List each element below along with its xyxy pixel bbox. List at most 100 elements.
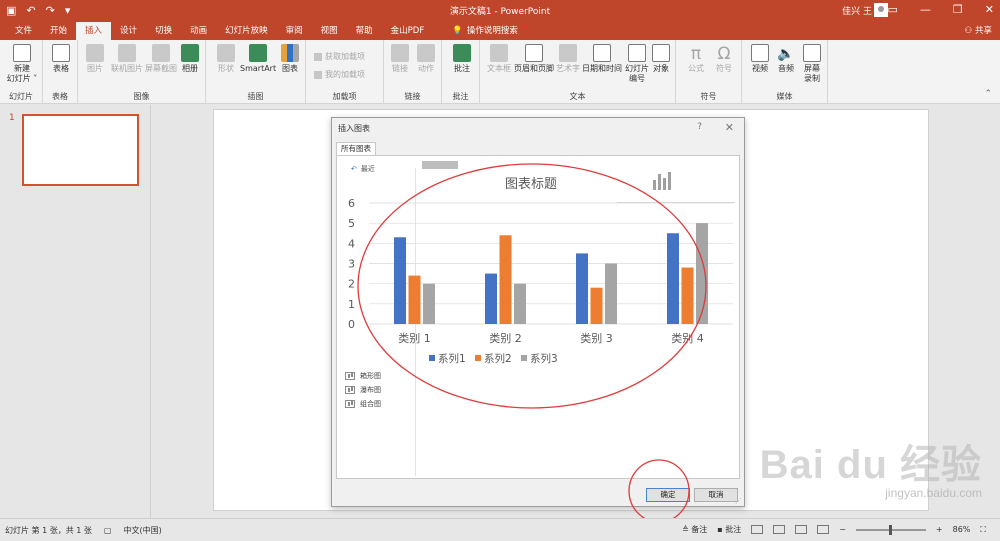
bar [485, 273, 497, 324]
tab-1[interactable]: 开始 [41, 22, 76, 40]
bar [576, 253, 588, 324]
screen-record-button[interactable]: 屏幕 录制 [800, 44, 824, 84]
tab-all-charts[interactable]: 所有图表 [336, 142, 376, 155]
notes-button[interactable]: ≜ 备注 [682, 524, 707, 535]
table-button[interactable]: 表格 [49, 44, 73, 74]
legend-label: 系列1 [438, 352, 466, 365]
zoom-level[interactable]: 86% [953, 525, 971, 534]
smartart-button[interactable]: SmartArt [240, 44, 276, 74]
bar [394, 237, 406, 324]
get-addins-button[interactable]: 获取加载项 [314, 52, 365, 62]
avatar[interactable] [874, 3, 888, 17]
user-name[interactable]: 佳兴 王 [842, 4, 872, 17]
x-tick-label: 类别 2 [489, 331, 522, 345]
zoom-out-icon[interactable]: − [839, 525, 846, 534]
tab-3[interactable]: 设计 [111, 22, 146, 40]
x-tick-label: 类别 3 [580, 331, 613, 345]
resize-grip-icon[interactable]: ⋰ [735, 497, 742, 505]
textbox-button[interactable]: 文本框 [486, 44, 512, 74]
speaker-icon: 🔈 [777, 46, 795, 62]
help-button[interactable]: ? [697, 122, 702, 132]
ribbon-display-icon[interactable]: ▭ [888, 3, 898, 16]
hash-icon [628, 44, 646, 62]
new-slide-icon [13, 44, 31, 62]
chart-type-icon [345, 372, 355, 380]
slideshow-icon[interactable] [817, 525, 830, 534]
online-picture-button[interactable]: 联机图片 [110, 44, 144, 74]
tab-9[interactable]: 帮助 [347, 22, 382, 40]
object-icon [652, 44, 670, 62]
bar [423, 283, 435, 324]
link-button[interactable]: 链接 [389, 44, 411, 74]
video-button[interactable]: 视频 [748, 44, 772, 74]
slide-number-button[interactable]: 幻灯片 编号 [624, 44, 650, 84]
close-icon[interactable]: ✕ [985, 3, 994, 16]
bar [590, 287, 603, 324]
reading-view-icon[interactable] [795, 525, 808, 534]
shapes-icon [217, 44, 235, 62]
zoom-slider[interactable] [855, 524, 926, 535]
tab-8[interactable]: 视图 [312, 22, 347, 40]
zoom-in-icon[interactable]: + [936, 525, 943, 534]
tab-0[interactable]: 文件 [6, 22, 41, 40]
shapes-button[interactable]: 形状 [214, 44, 238, 74]
album-button[interactable]: 相册 [178, 44, 202, 74]
share-button[interactable]: ⚇ 共享 [965, 22, 992, 40]
slide-thumbnails-pane: 1 [0, 105, 151, 518]
fit-slide-icon[interactable]: ⛶ [980, 525, 986, 535]
ok-button[interactable]: 确定 [646, 488, 690, 502]
store-icon [314, 52, 322, 61]
action-button[interactable]: 动作 [414, 44, 438, 74]
new-slide-button[interactable]: 新建 幻灯片 ˅ [6, 44, 38, 84]
online-picture-icon [118, 44, 136, 62]
spellcheck-icon[interactable]: ▢ [104, 526, 112, 535]
comment-button[interactable]: 批注 [450, 44, 474, 74]
collapse-ribbon-icon[interactable]: ⌃ [984, 89, 992, 99]
ribbon-tabs: 文件 开始 插入 设计 切换 动画 幻灯片放映 审阅 视图 帮助 金山PDF 💡 操作说明搜索 ⚇ 共享 [0, 22, 1000, 40]
slide-thumbnail[interactable] [22, 114, 139, 186]
group-tables: 表格 表格 [43, 40, 78, 104]
symbol-button[interactable]: Ω 符号 [712, 44, 736, 74]
tab-5[interactable]: 动画 [181, 22, 216, 40]
minimize-icon[interactable]: — [920, 3, 931, 16]
object-button[interactable]: 对象 [650, 44, 672, 74]
wordart-button[interactable]: 艺术字 [556, 44, 580, 74]
my-addins-button[interactable]: 我的加载项 [314, 70, 365, 80]
tab-2[interactable]: 插入 [76, 22, 112, 40]
group-addins: 获取加载项 我的加载项 加载项 [306, 40, 384, 104]
person-icon: ⚇ [964, 26, 973, 36]
equation-button[interactable]: π 公式 [684, 44, 708, 74]
group-comments: 批注 批注 [442, 40, 480, 104]
tab-10[interactable]: 金山PDF [382, 22, 434, 40]
slide-sorter-icon[interactable] [773, 525, 786, 534]
y-tick-label: 2 [348, 278, 355, 291]
chart-icon [281, 44, 299, 62]
cancel-button[interactable]: 取消 [694, 488, 738, 502]
screenshot-button[interactable]: 屏幕截图 [144, 44, 178, 74]
chart-type-item[interactable]: 组合图 [345, 397, 381, 411]
normal-view-icon[interactable] [751, 525, 764, 534]
datetime-button[interactable]: 日期和时间 [582, 44, 622, 74]
group-symbols: π 公式 Ω 符号 符号 [676, 40, 742, 104]
group-illustrations: 形状 SmartArt 图表 插图 [206, 40, 306, 104]
header-footer-button[interactable]: 页眉和页脚 [514, 44, 554, 74]
picture-button[interactable]: 图片 [84, 44, 106, 74]
star-icon [417, 44, 435, 62]
textbox-icon [490, 44, 508, 62]
restore-icon[interactable]: ❐ [953, 3, 963, 16]
chart-type-item[interactable]: 瀑布图 [345, 383, 381, 397]
comments-button[interactable]: ▪ 批注 [717, 524, 741, 535]
omega-icon: Ω [717, 44, 731, 64]
tab-4[interactable]: 切换 [146, 22, 181, 40]
picture-icon [86, 44, 104, 62]
chart-type-list: 箱形图 瀑布图 组合图 [345, 369, 381, 411]
language[interactable]: 中文(中国) [123, 525, 161, 536]
audio-button[interactable]: 🔈 音频 [774, 44, 798, 74]
globe-icon [391, 44, 409, 62]
tab-6[interactable]: 幻灯片放映 [216, 22, 277, 40]
camera-icon [152, 44, 170, 62]
tell-me-search[interactable]: 💡 操作说明搜索 [443, 22, 527, 40]
tab-7[interactable]: 审阅 [277, 22, 312, 40]
dialog-close-icon[interactable]: ✕ [725, 121, 734, 134]
chart-button[interactable]: 图表 [278, 44, 302, 74]
